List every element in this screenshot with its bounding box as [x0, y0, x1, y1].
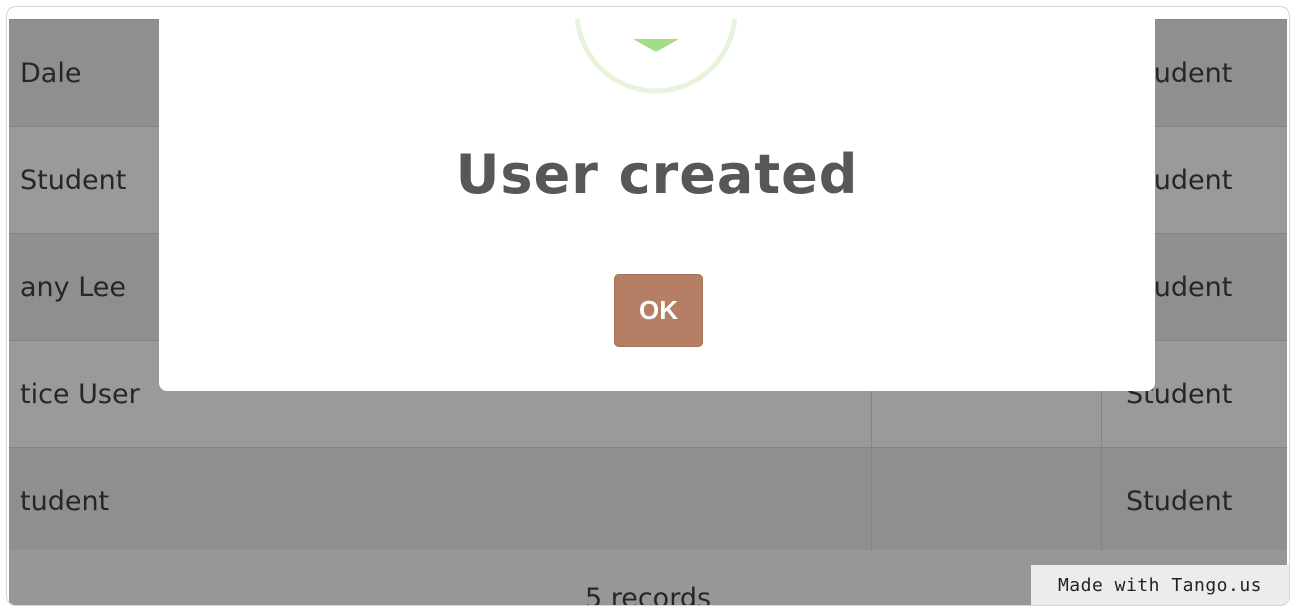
user-role-cell: Student — [1101, 447, 1287, 555]
check-icon — [574, 19, 738, 94]
success-dialog: User created OK — [159, 19, 1155, 391]
empty-cell — [871, 447, 1102, 555]
screenshot-frame: Dale Student Student Student any Lee Stu… — [6, 6, 1290, 606]
ok-button[interactable]: OK — [614, 274, 703, 347]
user-name-cell: tudent — [9, 447, 872, 555]
app-screen: Dale Student Student Student any Lee Stu… — [9, 19, 1287, 605]
tango-watermark: Made with Tango.us — [1031, 565, 1289, 605]
dialog-title: User created — [455, 143, 859, 206]
table-row[interactable]: tudent Student — [9, 447, 1287, 555]
